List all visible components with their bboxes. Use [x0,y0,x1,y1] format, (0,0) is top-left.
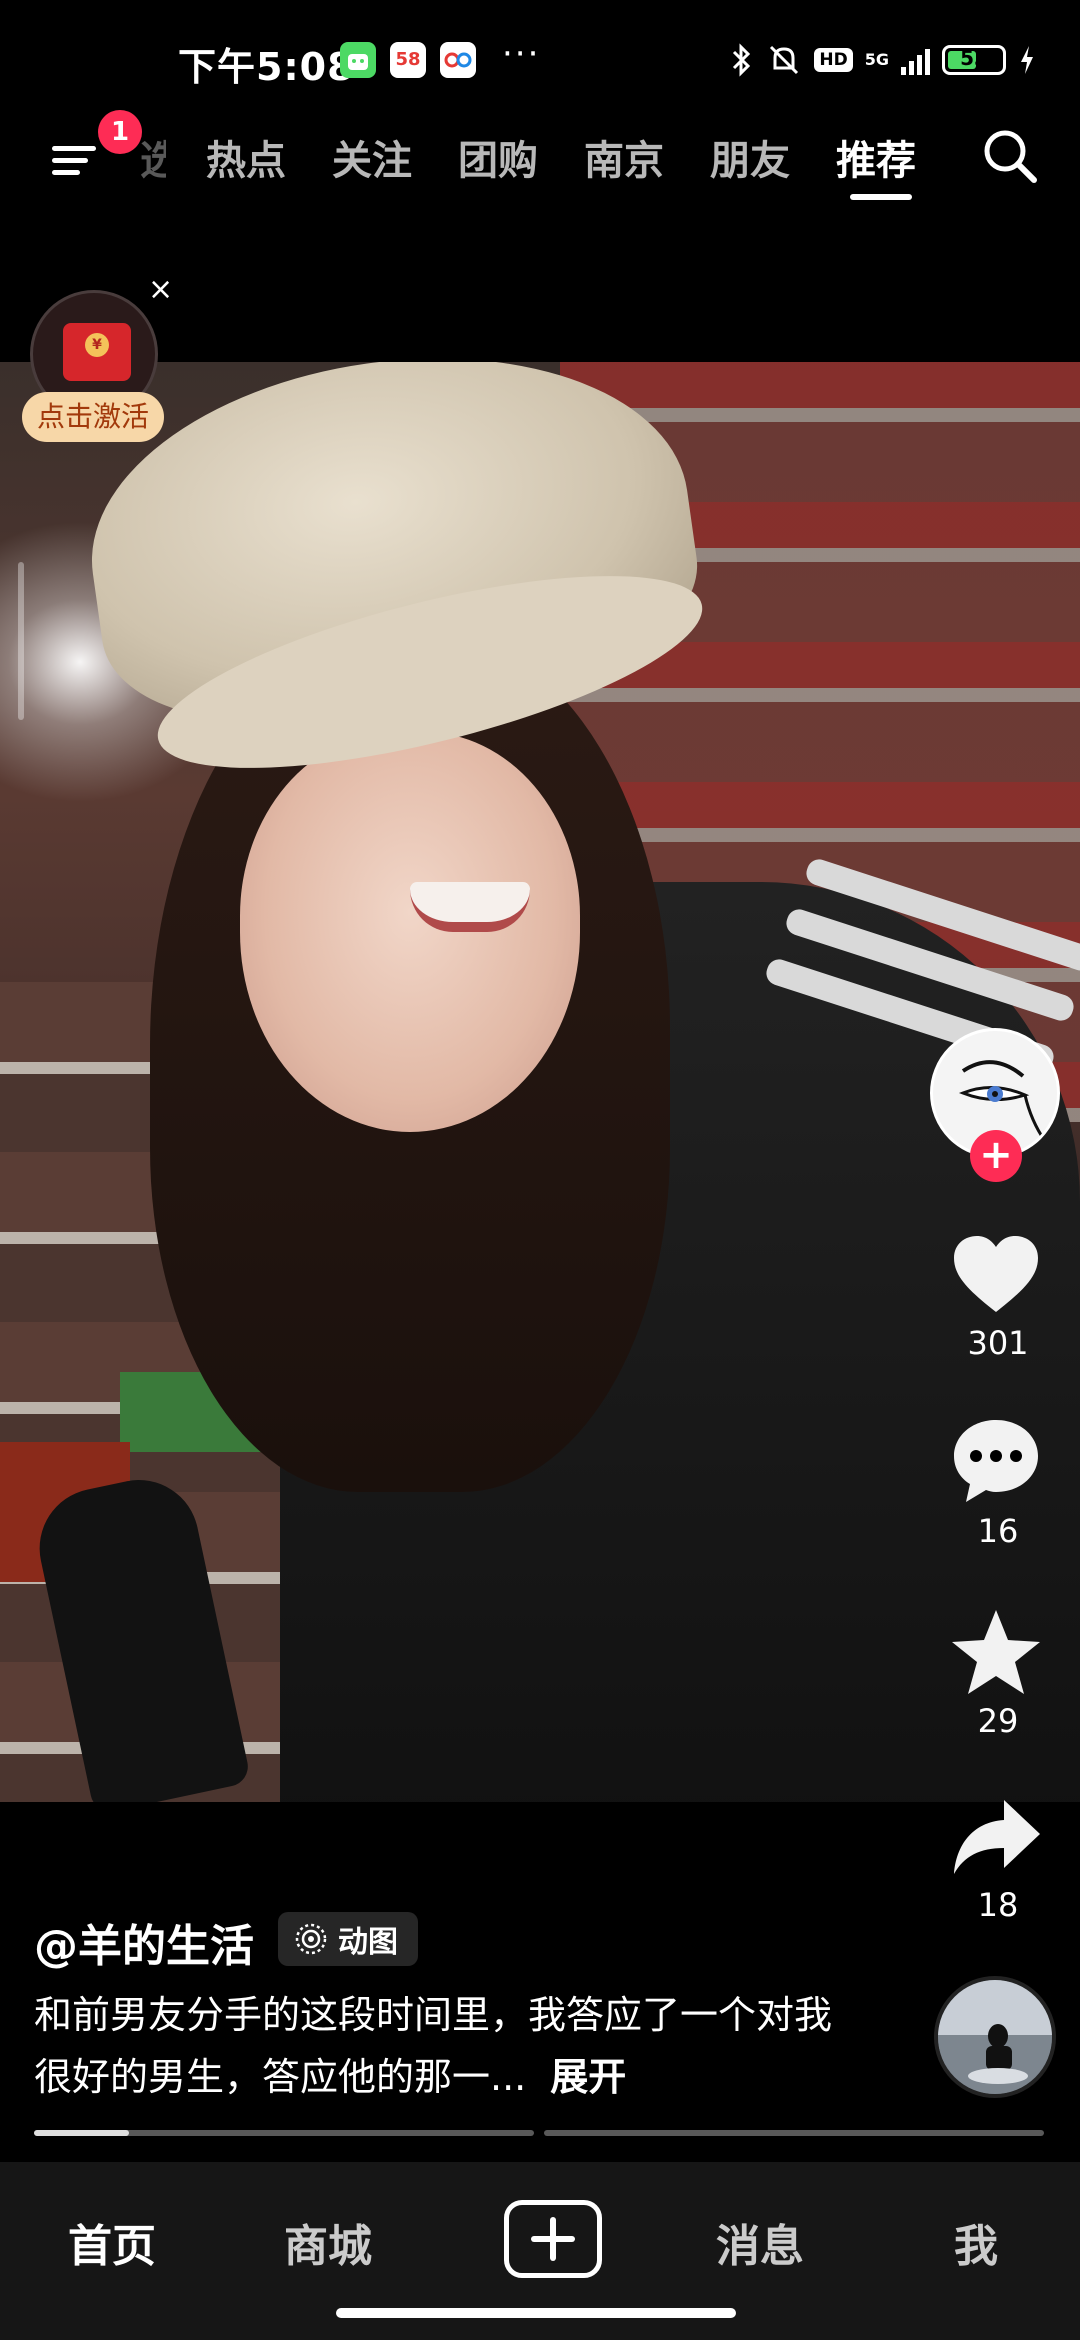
more-notifications: ··· [502,34,541,74]
create-post-button[interactable] [504,2200,602,2278]
tab-hot[interactable]: 热点 [206,128,286,186]
bottom-tab-mall[interactable]: 商城 [284,2210,372,2274]
bottom-tab-messages[interactable]: 消息 [716,2210,804,2274]
music-disc[interactable] [934,1976,1056,2098]
red-packet-close-button[interactable]: × [148,272,173,307]
music-cover-person-icon [938,1980,1052,2094]
search-button[interactable] [980,126,1040,186]
progress-segment-1[interactable] [34,2130,534,2136]
favorite-star-icon[interactable] [948,1604,1044,1700]
mute-bell-icon [770,45,799,75]
hd-badge: HD [814,48,853,72]
network-type: 5G [864,50,889,69]
status-indicators: HD 5G 53 [730,38,1036,82]
search-icon [984,130,1037,183]
tab-nanjing[interactable]: 南京 [584,128,664,186]
left-scroll-indicator [18,562,24,720]
author-name[interactable]: @羊的生活 [34,1910,254,1974]
bottom-tab-me[interactable]: 我 [954,2210,998,2274]
battery-level: 53 [960,46,988,70]
like-count: 301 [967,1324,1029,1362]
progress-segment-2[interactable] [544,2130,1044,2136]
coin-icon: ¥ [85,333,109,357]
red-packet-label[interactable]: 点击激活 [22,392,164,442]
status-time: 下午5:08 [178,45,355,89]
gif-badge[interactable]: 动图 [278,1912,418,1966]
tab-partial[interactable]: 选 [140,128,166,186]
favorite-count: 29 [977,1702,1019,1740]
charging-icon [1021,46,1033,74]
expand-button[interactable]: 展开 [550,2055,626,2099]
tab-friends[interactable]: 朋友 [710,128,790,186]
status-bar: 下午5:08 58 ··· HD 5G 53 [0,0,1080,120]
live-photo-icon [295,1923,327,1955]
post-description[interactable]: 和前男友分手的这段时间里，我答应了一个对我很好的男生，答应他的那一... 展开 [34,1984,854,2108]
bluetooth-icon [733,43,751,77]
follow-button[interactable]: + [970,1130,1022,1182]
top-nav: 1 选 热点 关注 团购 南京 朋友 推荐 [0,110,1080,210]
app-baidu-icon [440,42,476,78]
tab-following[interactable]: 关注 [332,128,412,186]
comment-icon[interactable] [948,1412,1044,1508]
share-count: 18 [977,1886,1019,1924]
bottom-tab-home[interactable]: 首页 [68,2210,156,2274]
notification-badge: 1 [98,110,142,154]
gif-badge-label: 动图 [338,1925,398,1960]
video-player[interactable] [0,362,1080,1802]
menu-button[interactable] [48,132,104,188]
app-android-icon [340,42,376,78]
share-arrow-icon[interactable] [948,1790,1044,1886]
progress-played [34,2130,129,2136]
tab-group-buy[interactable]: 团购 [458,128,538,186]
like-icon[interactable] [948,1228,1044,1324]
comment-count: 16 [977,1512,1019,1550]
home-indicator [336,2308,736,2318]
bottom-tab-bar: 首页 商城 消息 我 [0,2162,1080,2340]
tab-recommended[interactable]: 推荐 [836,128,916,186]
post-description-text: 和前男友分手的这段时间里，我答应了一个对我很好的男生，答应他的那一... [34,1993,833,2099]
signal-icon [901,45,930,75]
app-58-icon: 58 [390,42,426,78]
video-face [240,732,580,1132]
battery-icon: 53 [942,45,1006,75]
active-tab-indicator [850,194,912,200]
